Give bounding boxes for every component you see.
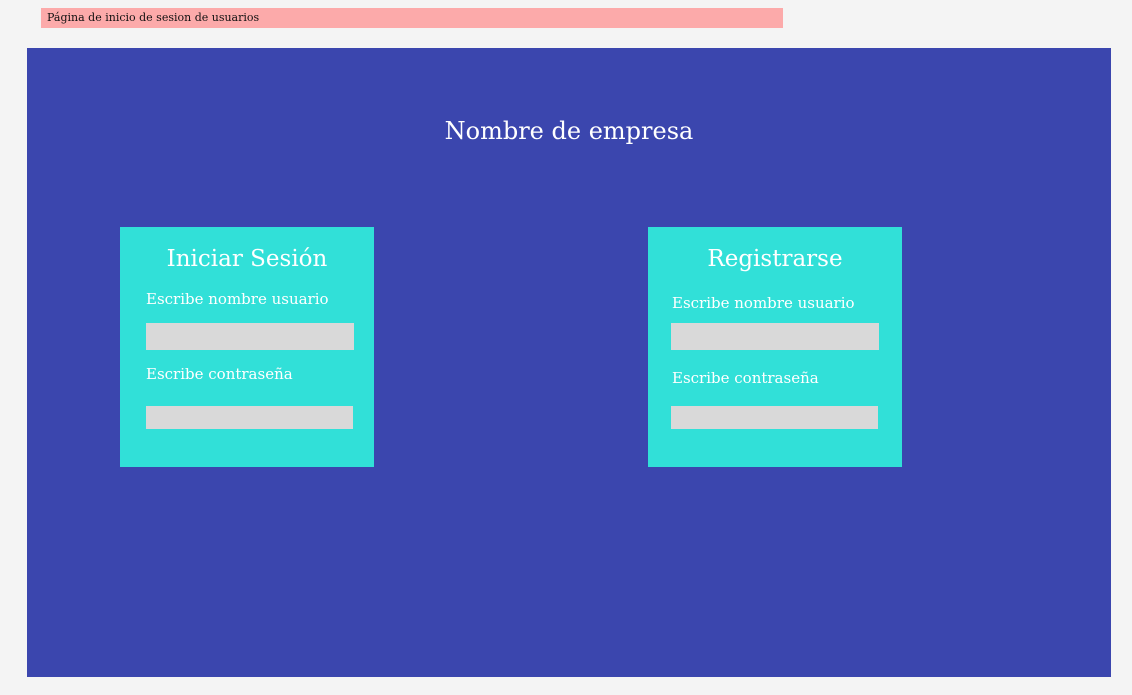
register-password-input[interactable] [671,406,878,429]
register-username-label: Escribe nombre usuario [672,294,855,312]
main-panel: Nombre de empresa Iniciar Sesión Escribe… [27,48,1111,677]
login-title: Iniciar Sesión [166,246,328,272]
register-username-input[interactable] [671,323,879,350]
page-label: Página de inicio de sesion de usuarios [41,8,783,28]
login-username-label: Escribe nombre usuario [146,290,329,308]
login-username-input[interactable] [146,323,354,350]
login-card: Iniciar Sesión Escribe nombre usuario Es… [120,227,374,467]
login-password-input[interactable] [146,406,353,429]
register-title: Registrarse [707,246,843,272]
register-password-label: Escribe contraseña [672,369,819,387]
company-name: Nombre de empresa [444,117,694,145]
login-password-label: Escribe contraseña [146,365,293,383]
register-card: Registrarse Escribe nombre usuario Escri… [648,227,902,467]
